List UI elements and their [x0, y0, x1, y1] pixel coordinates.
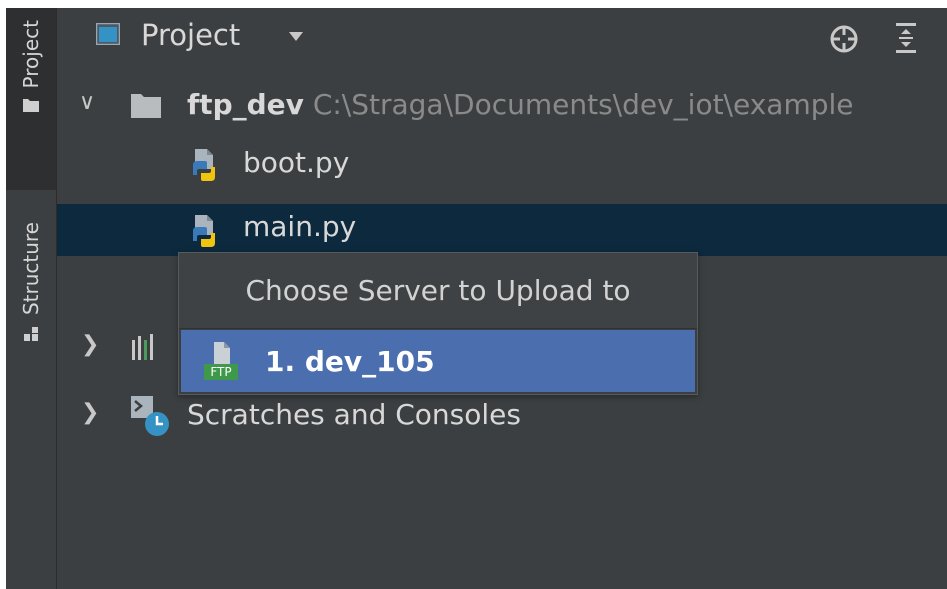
locate-icon[interactable]: [829, 24, 859, 54]
python-file-icon: [193, 149, 215, 181]
structure-icon: [24, 327, 38, 342]
structure-tool-tab[interactable]: Structure: [6, 222, 56, 402]
tool-window-stripe: Project Structure: [6, 8, 57, 589]
structure-tool-label: Structure: [19, 222, 43, 316]
root-folder-name: ftp_dev: [187, 88, 304, 121]
chevron-down-icon[interactable]: [289, 32, 303, 41]
chevron-right-icon[interactable]: ❯: [81, 400, 99, 425]
root-folder-path: C:\Straga\Documents\dev_iot\example: [312, 88, 854, 121]
file-name: boot.py: [243, 146, 350, 179]
project-view-selector[interactable]: Project: [141, 18, 240, 52]
project-panel-header: Project: [57, 8, 947, 64]
project-view-icon: [96, 23, 120, 45]
root-folder-text: ftp_dev C:\Straga\Documents\dev_iot\exam…: [187, 88, 854, 121]
tree-item-boot-py[interactable]: boot.py: [57, 138, 947, 190]
tree-item-root[interactable]: ∨ ftp_dev C:\Straga\Documents\dev_iot\ex…: [57, 80, 947, 132]
scratches-label: Scratches and Consoles: [187, 398, 521, 431]
file-name: main.py: [243, 210, 357, 243]
tree-item-main-py[interactable]: main.py: [57, 204, 947, 256]
popup-title: Choose Server to Upload to: [179, 253, 697, 329]
library-icon: [132, 334, 153, 360]
project-tool-tab[interactable]: Project: [6, 8, 56, 190]
chevron-right-icon[interactable]: ❯: [81, 332, 99, 357]
chevron-down-icon[interactable]: ∨: [79, 90, 95, 115]
server-option-dev-105[interactable]: FTP 1. dev_105: [181, 330, 695, 392]
scratches-icon: [131, 396, 169, 436]
python-file-icon: [193, 215, 215, 247]
folder-icon: [131, 94, 161, 118]
server-option-label: 1. dev_105: [265, 345, 435, 378]
folder-icon: [23, 99, 39, 113]
ftp-icon: FTP: [204, 342, 238, 380]
ftp-icon-text: FTP: [210, 365, 231, 379]
project-tool-label: Project: [19, 20, 43, 89]
upload-server-popup: Choose Server to Upload to FTP 1. dev_10…: [178, 252, 698, 395]
collapse-all-icon[interactable]: [895, 22, 917, 54]
tree-item-scratches[interactable]: ❯ Scratches and Consoles: [57, 390, 947, 442]
